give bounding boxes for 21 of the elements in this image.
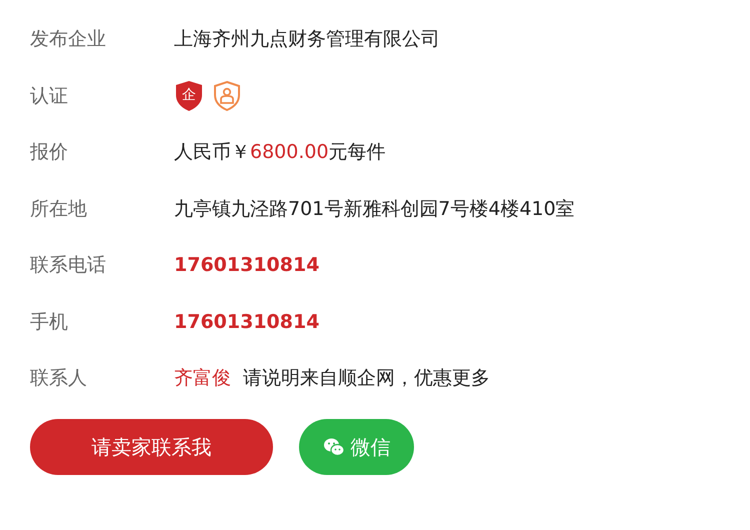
price-prefix: 人民币￥ bbox=[174, 140, 250, 165]
field-label: 联系电话 bbox=[30, 253, 107, 278]
field-label: 所在地 bbox=[30, 196, 88, 222]
person-shield-icon bbox=[212, 80, 242, 112]
field-label: 认证 bbox=[30, 84, 69, 108]
wechat-button[interactable]: 微信 bbox=[299, 418, 414, 474]
phone-number: 17601310814 bbox=[174, 310, 320, 334]
contact-seller-button[interactable]: 请卖家联系我 bbox=[30, 418, 273, 474]
price-amount: 6800.00 bbox=[250, 140, 329, 165]
field-label: 报价 bbox=[30, 140, 69, 165]
field-label: 联系人 bbox=[30, 366, 88, 391]
contact-name: 齐富俊 bbox=[174, 366, 231, 391]
field-value: 上海齐州九点财务管理有限公司 bbox=[174, 27, 440, 52]
contact-note: 请说明来自顺企网，优惠更多 bbox=[243, 366, 490, 391]
enterprise-badge: 企 bbox=[174, 80, 204, 112]
field-label: 手机 bbox=[30, 310, 69, 334]
field-value: 九亭镇九泾路701号新雅科创园7号楼4楼410室 bbox=[174, 196, 575, 222]
chat-bubbles-icon bbox=[322, 436, 344, 456]
price-unit: 元每件 bbox=[328, 140, 386, 165]
field-label: 发布企业 bbox=[30, 27, 107, 52]
phone-number: 17601310814 bbox=[174, 253, 320, 278]
